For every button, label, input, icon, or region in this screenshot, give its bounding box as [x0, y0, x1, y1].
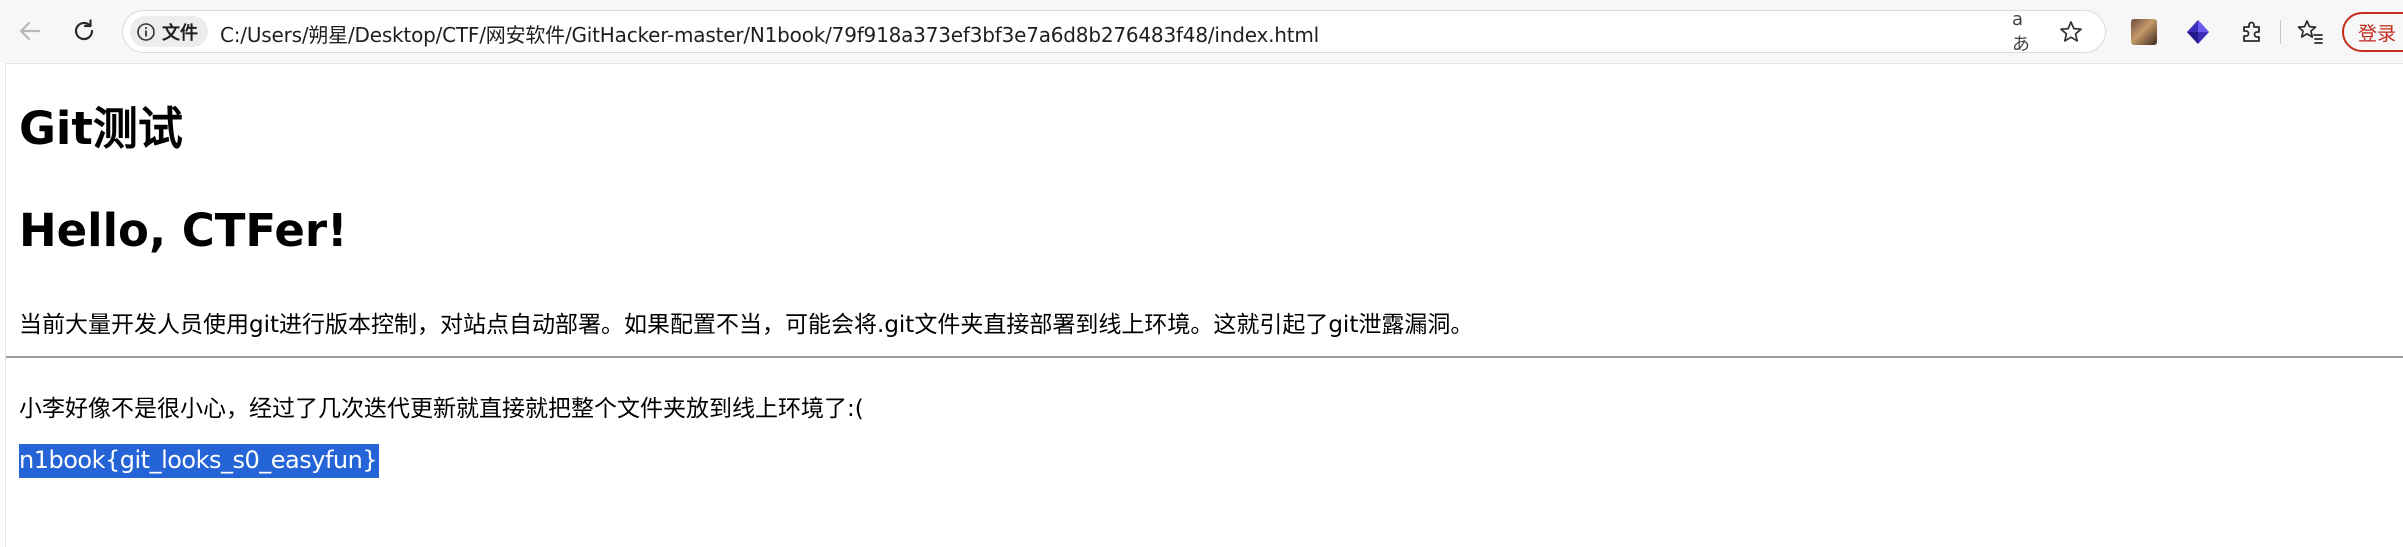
site-info-chip[interactable]: 文件: [130, 16, 208, 47]
intro-paragraph: 当前大量开发人员使用git进行版本控制，对站点自动部署。如果配置不当，可能会将.…: [19, 312, 1474, 338]
page-heading-git: Git测试: [19, 102, 183, 155]
extension-avatar-button[interactable]: [2128, 16, 2160, 48]
favorite-button[interactable]: [2058, 19, 2084, 45]
flag-text-selected[interactable]: n1book{git_looks_s0_easyfun}: [19, 444, 380, 478]
extension-cube-button[interactable]: [2182, 16, 2214, 48]
extensions-button[interactable]: [2236, 16, 2268, 48]
star-icon: [2060, 21, 2082, 42]
address-bar[interactable]: 文件 C:/Users/朔星/Desktop/CTF/网安软件/GitHacke…: [122, 9, 2106, 55]
info-icon: [137, 22, 155, 41]
back-button[interactable]: [10, 11, 50, 51]
cube-icon: [2187, 20, 2209, 44]
avatar-icon: [2131, 19, 2157, 45]
reload-button[interactable]: [64, 11, 104, 51]
story-paragraph: 小李好像不是很小心，经过了几次迭代更新就直接就把整个文件夹放到线上环境了:(: [19, 396, 864, 422]
page-heading-hello: Hello, CTFer!: [19, 204, 348, 257]
login-button[interactable]: 登录: [2342, 12, 2403, 52]
favorites-icon: [2297, 20, 2323, 44]
read-aloud-icon: aあ: [2012, 8, 2030, 55]
url-text[interactable]: C:/Users/朔星/Desktop/CTF/网安软件/GitHacker-m…: [220, 19, 1319, 48]
reload-icon: [74, 19, 94, 41]
browser-toolbar: 文件 C:/Users/朔星/Desktop/CTF/网安软件/GitHacke…: [0, 0, 2403, 63]
puzzle-icon: [2243, 21, 2260, 42]
read-aloud-button[interactable]: aあ: [2012, 9, 2038, 55]
login-label: 登录: [2358, 22, 2397, 45]
toolbar-divider: [2280, 20, 2281, 44]
favorites-button[interactable]: [2294, 16, 2326, 48]
page-viewport: Git测试 Hello, CTFer! 当前大量开发人员使用git进行版本控制，…: [5, 63, 2403, 547]
arrow-left-icon: [19, 21, 41, 41]
site-chip-label: 文件: [162, 22, 198, 44]
horizontal-rule: [6, 356, 2403, 358]
